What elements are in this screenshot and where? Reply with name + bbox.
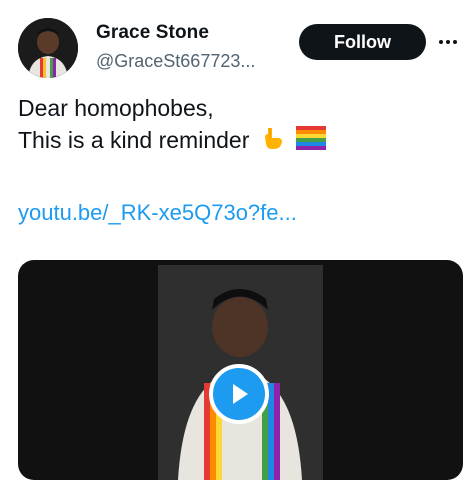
play-button[interactable] [209, 364, 269, 424]
avatar[interactable] [18, 18, 78, 78]
tweet-header: Grace Stone @GraceSt667723... Follow [0, 0, 473, 90]
tweet-line-2-text: This is a kind reminder [18, 127, 250, 153]
tweet-link[interactable]: youtu.be/_RK-xe5Q73o?fe... [18, 200, 297, 226]
tweet-line-1: Dear homophobes, [18, 95, 214, 121]
user-handle[interactable]: @GraceSt667723... [96, 51, 255, 72]
play-icon [233, 384, 248, 404]
more-options-icon[interactable] [436, 30, 460, 54]
video-media[interactable] [18, 260, 463, 480]
rainbow-flag-emoji-icon [296, 125, 327, 158]
tweet-text: Dear homophobes, This is a kind reminder [18, 92, 458, 159]
display-name[interactable]: Grace Stone [96, 22, 209, 44]
tweet-line-2: This is a kind reminder [18, 124, 458, 159]
follow-button[interactable]: Follow [299, 24, 426, 60]
point-down-emoji-icon [260, 125, 286, 159]
